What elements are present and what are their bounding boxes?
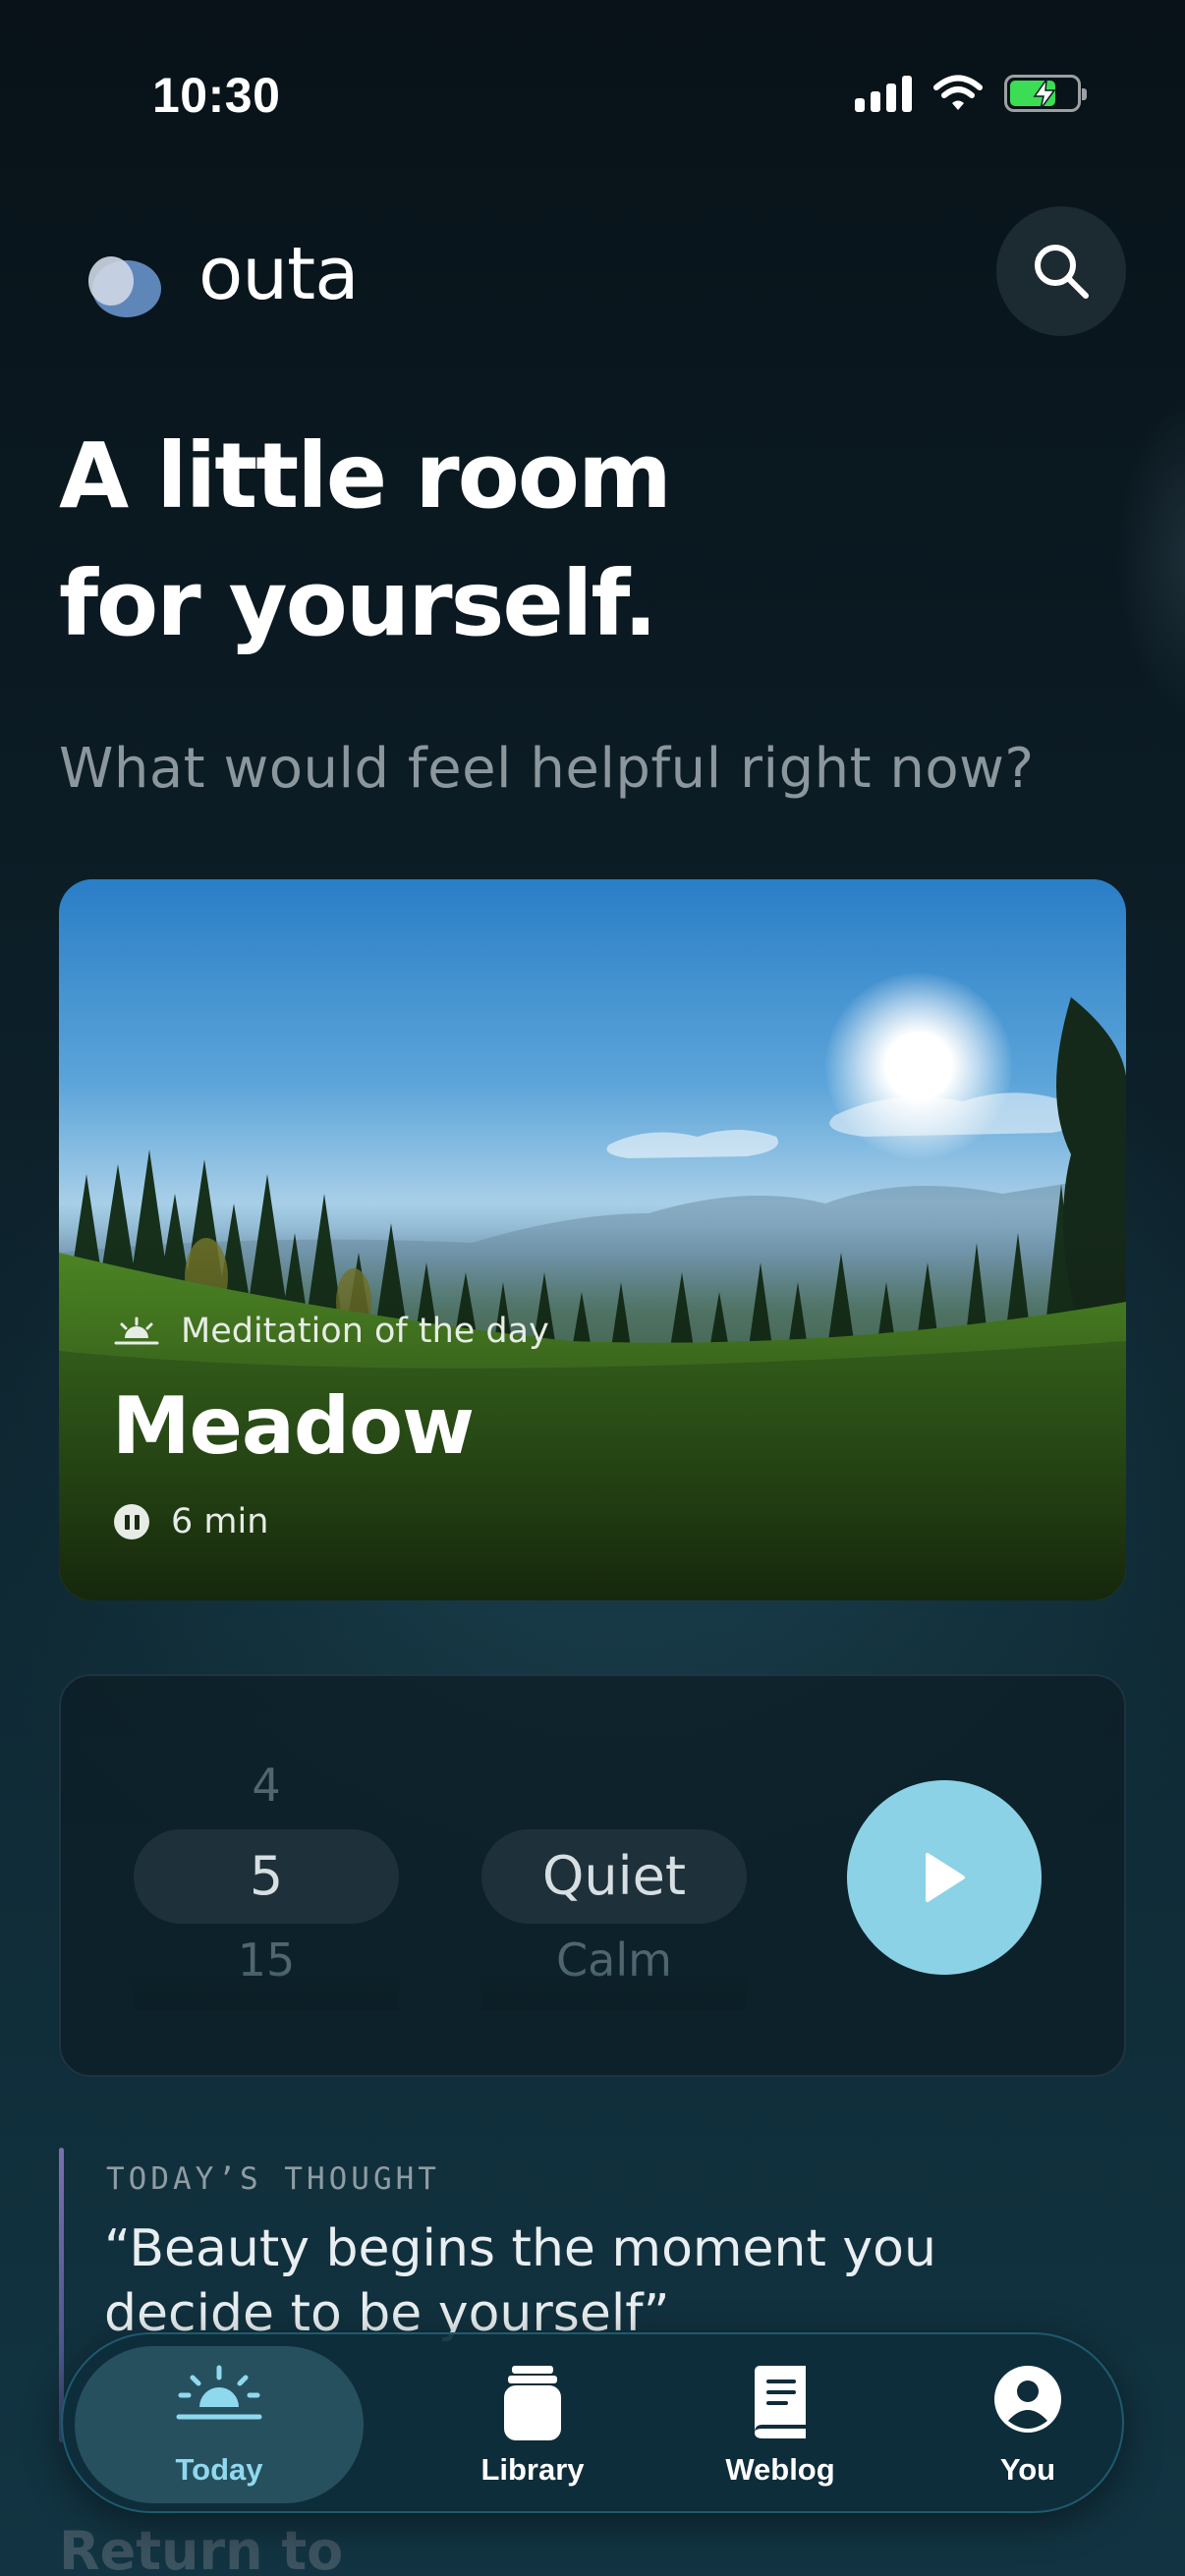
brand-name: outa <box>198 232 360 316</box>
bottom-tab-bar: Today Library Weblog You <box>61 2332 1124 2513</box>
meditation-of-the-day-card[interactable]: Meditation of the day Meadow 6 min <box>59 879 1126 1600</box>
session-picker-card: 4 5 15 Quiet Calm <box>59 1674 1126 2077</box>
meditation-label-text: Meditation of the day <box>181 1312 549 1351</box>
meditation-title: Meadow <box>112 1380 475 1472</box>
duration-option-selected[interactable]: 5 <box>134 1845 399 1907</box>
person-icon <box>994 2366 1061 2433</box>
battery-icon <box>1004 75 1087 112</box>
duration-text: 6 min <box>171 1502 269 1541</box>
duration-wheel-picker[interactable]: 4 5 15 <box>134 1676 399 2079</box>
tab-library-label: Library <box>480 2452 585 2487</box>
page-title: A little room for yourself. <box>59 413 943 668</box>
title-line-2: for yourself. <box>59 551 657 656</box>
tab-you[interactable]: You <box>902 2346 1154 2503</box>
tab-weblog-label: Weblog <box>725 2452 835 2487</box>
pause-icon[interactable] <box>114 1504 149 1540</box>
sunrise-icon <box>176 2365 262 2420</box>
search-button[interactable] <box>996 206 1126 336</box>
thought-label: TODAY’S THOUGHT <box>106 2161 440 2197</box>
status-time: 10:30 <box>152 68 281 123</box>
tab-today[interactable]: Today <box>75 2346 364 2503</box>
play-button[interactable] <box>847 1780 1042 1975</box>
outa-logo-icon <box>88 251 167 317</box>
app-screen: 10:30 outa A little room for yourself. W… <box>0 0 1185 2576</box>
cellular-signal-icon <box>855 75 912 112</box>
title-line-1: A little room <box>59 423 672 529</box>
status-icons <box>855 75 1087 112</box>
tab-today-label: Today <box>175 2452 263 2487</box>
meditation-duration: 6 min <box>114 1502 268 1541</box>
mood-wheel-picker[interactable]: Quiet Calm <box>481 1676 747 2079</box>
sunrise-icon <box>114 1316 159 1345</box>
status-bar: 10:30 <box>0 0 1185 128</box>
mood-option-selected[interactable]: Quiet <box>481 1845 747 1907</box>
book-icon <box>755 2366 806 2438</box>
page-subtitle: What would feel helpful right now? <box>59 737 1035 801</box>
duration-option-prev[interactable]: 4 <box>134 1759 399 1812</box>
wifi-icon <box>933 75 983 110</box>
play-icon <box>926 1853 965 1902</box>
tab-you-label: You <box>999 2452 1056 2487</box>
thought-quote: “Beauty begins the moment you decide to … <box>104 2219 936 2343</box>
tab-library[interactable]: Library <box>407 2346 658 2503</box>
tab-weblog[interactable]: Weblog <box>654 2346 906 2503</box>
return-to-heading: Return to <box>59 2520 344 2576</box>
search-icon <box>1035 245 1089 299</box>
background-edge-glow <box>1116 393 1185 717</box>
app-header: outa <box>59 206 1126 336</box>
meditation-label: Meditation of the day <box>114 1312 549 1351</box>
jar-icon <box>504 2366 561 2440</box>
